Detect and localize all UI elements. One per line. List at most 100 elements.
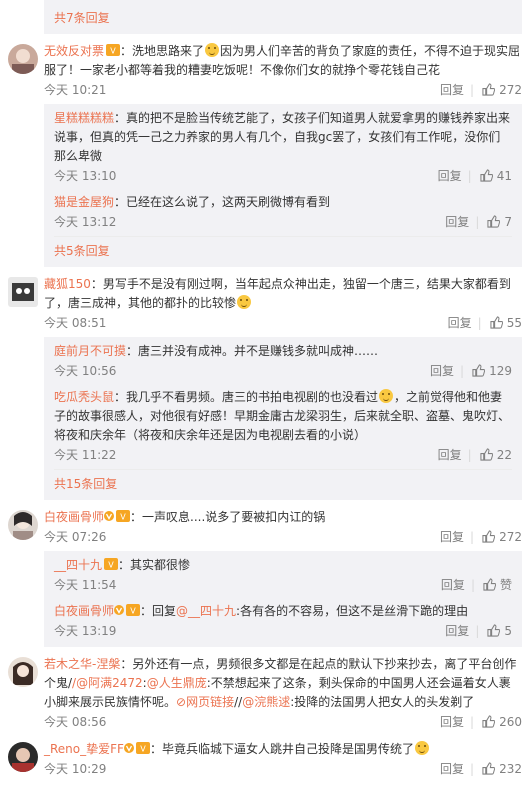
comment: 无效反对票 V ：洗地思路来了 因为男人们辛苦的背负了家庭的责任，不得不迫于现实屈服了… bbox=[0, 34, 532, 267]
like-button[interactable]: 129 bbox=[472, 361, 512, 381]
more-replies-link[interactable]: 共7条回复 bbox=[44, 0, 522, 28]
reply-box: __四十九 V ：其实都很惨 今天 11:54 回复 | 赞 白夜画骨师 V ：回复@__四… bbox=[44, 551, 522, 647]
username[interactable]: 白夜画骨师 bbox=[44, 510, 104, 524]
vip-badge-icon: V bbox=[116, 510, 131, 522]
reply-button[interactable]: 回复 bbox=[445, 621, 469, 641]
divider: | bbox=[470, 715, 475, 729]
reply-button[interactable]: 回复 bbox=[430, 361, 454, 381]
username[interactable]: 星糕糕糕糕 bbox=[54, 111, 114, 125]
reply-button[interactable]: 回复 bbox=[440, 712, 464, 732]
timestamp: 今天 13:19 bbox=[54, 624, 117, 638]
comment-text: 若木之华-涅槃：另外还有一点，男频很多文都是在起点的默认下抄来抄去，离了平台创作… bbox=[44, 657, 517, 709]
comment-meta: 今天 08:56 回复 | 260 bbox=[44, 712, 522, 732]
username[interactable]: 白夜画骨师 bbox=[54, 604, 114, 618]
reply-button[interactable]: 回复 bbox=[440, 80, 464, 100]
reply-button[interactable]: 回复 bbox=[440, 527, 464, 547]
mention-link[interactable]: /@阿满2472 bbox=[72, 676, 143, 690]
avatar[interactable] bbox=[8, 510, 38, 540]
vip-badge-icon: V bbox=[104, 558, 119, 570]
svg-text:V: V bbox=[108, 561, 114, 570]
vip-badge-icon: V bbox=[106, 44, 121, 56]
like-count: 5 bbox=[504, 624, 512, 638]
reply-button[interactable]: 回复 bbox=[438, 445, 462, 465]
verified-v-icon bbox=[123, 743, 134, 753]
svg-text:V: V bbox=[110, 47, 116, 56]
comment: 藏狐150：男写手不是没有刚过啊，当年起点众神出走，独留一个唐三，结果大家都看到… bbox=[0, 267, 532, 500]
comment-text: 无效反对票 V ：洗地思路来了 因为男人们辛苦的背负了家庭的责任，不得不迫于现实屈服了… bbox=[44, 43, 521, 77]
comment-meta: 今天 07:26 回复 | 272 bbox=[44, 527, 522, 547]
avatar[interactable] bbox=[8, 657, 38, 687]
reply-button[interactable]: 回复 bbox=[441, 575, 465, 595]
reply-box-prev: 共7条回复 bbox=[44, 0, 522, 34]
like-button[interactable]: 272 bbox=[482, 80, 522, 100]
thumb-up-icon bbox=[482, 715, 496, 728]
thumb-up-icon bbox=[480, 169, 493, 182]
divider: | bbox=[475, 215, 480, 229]
like-button[interactable]: 272 bbox=[482, 527, 522, 547]
divider: | bbox=[477, 316, 482, 330]
divider: | bbox=[467, 448, 472, 462]
like-count: 55 bbox=[506, 316, 522, 330]
comment-feed: 共7条回复 无效反对票 V ：洗地思路来了 因为男人们辛苦的背负了家庭的责任，不得不迫… bbox=[0, 0, 532, 796]
divider: | bbox=[475, 624, 480, 638]
emoji-icon bbox=[205, 43, 220, 57]
like-button[interactable]: 7 bbox=[487, 212, 512, 232]
reply-item: 庭前月不可摸：唐三并没有成神。并不是赚钱多就叫成神…… 今天 10:56 回复 |… bbox=[44, 337, 522, 383]
username[interactable]: 吃瓜秃头鼠 bbox=[54, 390, 114, 404]
more-replies-link[interactable]: 共5条回复 bbox=[44, 237, 522, 267]
like-button[interactable]: 232 bbox=[482, 759, 522, 779]
vip-badge-icon: V bbox=[135, 742, 150, 754]
reply-item: 白夜画骨师 V ：回复@__四十九:各有各的不容易，但这不是丝滑下跪的理由 今天 1… bbox=[44, 597, 522, 647]
username[interactable]: 藏狐150 bbox=[44, 277, 91, 291]
thumb-up-icon bbox=[490, 316, 503, 329]
username[interactable]: 若木之华-涅槃 bbox=[44, 657, 120, 671]
reply-button[interactable]: 回复 bbox=[445, 212, 469, 232]
timestamp: 今天 08:51 bbox=[44, 316, 107, 330]
like-button[interactable]: 260 bbox=[482, 712, 522, 732]
comment: _Reno_挚爱FF V ：毕竟兵临城下逼女人跳井自己投降是国男传统了 今天 10:… bbox=[0, 732, 532, 779]
divider: | bbox=[467, 169, 472, 183]
emoji-icon bbox=[414, 741, 429, 755]
username[interactable]: 庭前月不可摸 bbox=[54, 344, 126, 358]
like-count: 22 bbox=[496, 448, 512, 462]
mention-link[interactable]: @__四十九 bbox=[176, 604, 236, 618]
mention-link[interactable]: @人生鼎庞 bbox=[147, 676, 207, 690]
comment-text: _Reno_挚爱FF V ：毕竟兵临城下逼女人跳井自己投降是国男传统了 bbox=[44, 740, 522, 759]
avatar[interactable] bbox=[8, 742, 38, 772]
reply-button[interactable]: 回复 bbox=[438, 166, 462, 186]
like-button[interactable]: 5 bbox=[487, 621, 512, 641]
like-button[interactable]: 55 bbox=[490, 313, 522, 333]
timestamp: 今天 07:26 bbox=[44, 530, 107, 544]
like-count: 260 bbox=[499, 715, 522, 729]
like-button[interactable]: 22 bbox=[480, 445, 512, 465]
svg-text:V: V bbox=[130, 607, 136, 616]
like-count: 129 bbox=[489, 364, 512, 378]
web-link[interactable]: ⊘网页链接 bbox=[176, 695, 234, 709]
reply-box: 庭前月不可摸：唐三并没有成神。并不是赚钱多就叫成神…… 今天 10:56 回复 |… bbox=[44, 337, 522, 500]
thumb-up-icon bbox=[482, 530, 496, 543]
reply-box: 星糕糕糕糕：真的把不是脸当传统艺能了，女孩子们知道男人就爱拿男的赚钱养家出来说事… bbox=[44, 104, 522, 267]
timestamp: 今天 13:10 bbox=[54, 169, 117, 183]
thumb-up-icon bbox=[487, 624, 501, 637]
like-count: 232 bbox=[499, 762, 522, 776]
more-replies-link[interactable]: 共15条回复 bbox=[44, 470, 522, 500]
emoji-icon bbox=[237, 295, 252, 309]
comment-text: 白夜画骨师 V ：一声叹息....说多了要被扣内讧的锅 bbox=[44, 510, 326, 524]
reply-item: 猫是金屋狗：已经在这么说了，这两天刷微博有看到 今天 13:12 回复 | 7 bbox=[44, 188, 522, 234]
reply-button[interactable]: 回复 bbox=[440, 759, 464, 779]
username[interactable]: 猫是金屋狗 bbox=[54, 195, 114, 209]
reply-button[interactable]: 回复 bbox=[448, 313, 472, 333]
reply-item: __四十九 V ：其实都很惨 今天 11:54 回复 | 赞 bbox=[44, 551, 522, 597]
like-button[interactable]: 41 bbox=[480, 166, 512, 186]
mention-link[interactable]: @浣熊逑 bbox=[242, 695, 290, 709]
like-count: 272 bbox=[499, 83, 522, 97]
username[interactable]: 无效反对票 bbox=[44, 44, 104, 58]
username[interactable]: __四十九 bbox=[54, 558, 102, 572]
timestamp: 今天 08:56 bbox=[44, 715, 107, 729]
like-count: 272 bbox=[499, 530, 522, 544]
avatar[interactable] bbox=[8, 277, 38, 307]
like-button[interactable]: 赞 bbox=[483, 575, 512, 595]
username[interactable]: _Reno_挚爱FF bbox=[44, 742, 124, 756]
avatar[interactable] bbox=[8, 44, 38, 74]
like-label: 赞 bbox=[499, 578, 512, 592]
